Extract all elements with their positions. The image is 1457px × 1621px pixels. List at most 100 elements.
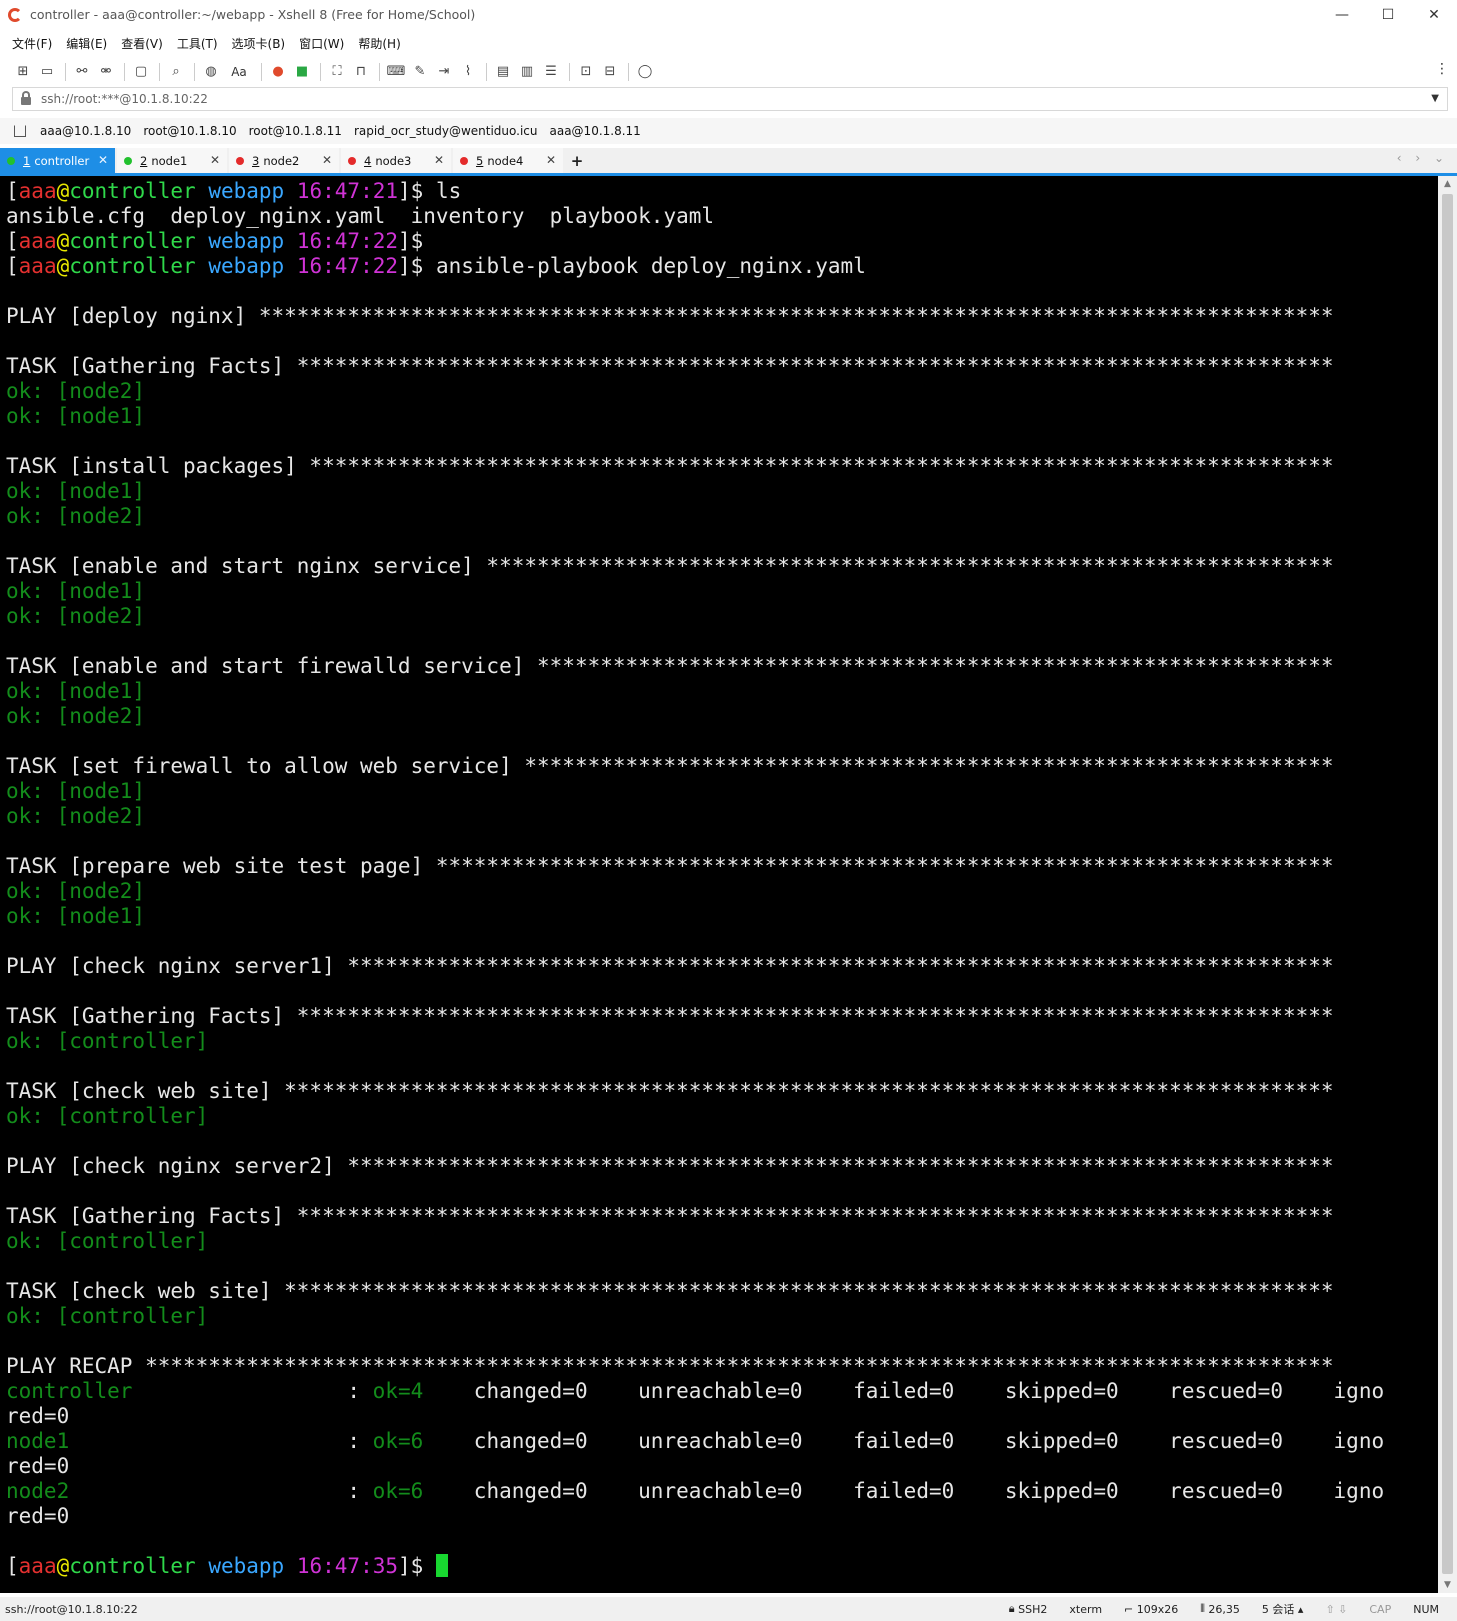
address-bar[interactable]: ssh://root:***@10.1.8.10:22 ▼ [12,87,1448,111]
menu-help[interactable]: 帮助(H) [358,35,400,52]
status-dot-icon [236,156,244,165]
prompt-time: 16:47:21 [296,179,399,203]
prompt-dir: webapp [208,229,285,253]
scrollbar-thumb[interactable] [1442,194,1453,1574]
task-header-text: TASK [Gathering Facts] *****************… [6,1004,1334,1028]
xftp-green-icon[interactable]: ■ [291,61,313,83]
recap-stats: changed=0 unreachable=0 failed=0 skipped… [423,1379,1385,1403]
new-tab-icon[interactable]: ⊡ [575,61,597,83]
tab-node3[interactable]: 4 node3 ✕ [341,148,451,173]
status-sessions[interactable]: 5 会话 ▴ [1262,1601,1304,1617]
play-header-text: PLAY [deploy nginx] ********************… [6,304,1334,328]
fullscreen-icon[interactable]: ⛶ [326,61,348,83]
connect-link-icon[interactable]: ⚯ [71,61,93,83]
close-button[interactable]: ✕ [1411,0,1457,29]
tab-label: node3 [375,153,412,168]
script-icon[interactable]: ⌇ [457,61,479,83]
print-icon[interactable]: ▥ [516,61,538,83]
task-result: ok: [controller] [6,1104,1438,1129]
command-text: ls [435,179,462,203]
bookmark-item[interactable]: aaa@10.1.8.10 [40,124,131,138]
status-pos-label: 26,35 [1208,1602,1240,1616]
more-options-icon[interactable]: ⋮ [1435,61,1449,77]
tab-close-icon[interactable]: ✕ [546,153,556,167]
open-folder-icon[interactable]: ▭ [36,61,58,83]
task-header-text: TASK [install packages] ****************… [6,454,1334,478]
lock-icon[interactable]: ⊓ [350,61,372,83]
task-header: TASK [prepare web site test page] ******… [6,854,1438,879]
terminal-output[interactable]: [aaa@controller webapp 16:47:21]$ ls ansi… [0,176,1438,1593]
task-result: ok: [controller] [6,1229,1438,1254]
bookmark-item[interactable]: root@10.1.8.10 [143,124,236,138]
menu-edit[interactable]: 编辑(E) [66,35,107,52]
menu-window[interactable]: 窗口(W) [299,35,344,52]
prompt-user: aaa [18,179,57,203]
minimize-button[interactable]: — [1319,0,1365,29]
compose-icon[interactable]: ✎ [409,61,431,83]
task-header: TASK [enable and start firewalld service… [6,654,1438,679]
recap-wrap-text: red=0 [6,1504,70,1528]
task-header: TASK [set firewall to allow web service]… [6,754,1438,779]
menu-tabs[interactable]: 选项卡(B) [232,35,286,52]
notes-icon[interactable]: ☰ [540,61,562,83]
tab-close-icon[interactable]: ✕ [322,153,332,167]
menu-view[interactable]: 查看(V) [121,35,163,52]
toolbar-divider [569,62,570,81]
tab-scroll-arrows-icon[interactable]: ‹ › ⌄ [1397,151,1449,165]
globe-icon[interactable]: ◍ [200,61,222,83]
prompt-time: 16:47:35 [296,1554,399,1578]
tab-controller[interactable]: 1 controller ✕ [0,148,115,173]
bookmark-item[interactable]: root@10.1.8.11 [249,124,342,138]
tab-index: 4 [364,153,372,168]
prompt-host: controller [69,229,196,253]
terminal-scrollbar[interactable]: ▲ ▼ [1438,176,1457,1593]
recap-row: node2 : ok=6 changed=0 unreachable=0 fai… [6,1479,1438,1504]
disconnect-link-icon[interactable]: ⚮ [95,61,117,83]
address-input[interactable]: ssh://root:***@10.1.8.10:22 [41,92,208,106]
prompt-line: [aaa@controller webapp 16:47:22]$ ansibl… [6,254,1438,279]
bookmark-item[interactable]: aaa@10.1.8.11 [550,124,641,138]
xshell-red-icon[interactable]: ● [267,61,289,83]
new-session-icon[interactable]: ⊞ [12,61,34,83]
menu-tools[interactable]: 工具(T) [177,35,218,52]
tab-node1[interactable]: 2 node1 ✕ [117,148,227,173]
menu-file[interactable]: 文件(F) [12,35,52,52]
session-manager-icon[interactable] [14,125,26,137]
output-line: ansible.cfg deploy_nginx.yaml inventory … [6,204,1438,229]
properties-icon[interactable]: ▢ [130,61,152,83]
transfer-icon[interactable]: ⇥ [433,61,455,83]
chevron-up-icon: ▴ [1294,1602,1304,1616]
tab-close-icon[interactable]: ✕ [98,153,108,167]
keyboard-icon[interactable]: ⌨ [385,61,407,83]
maximize-button[interactable]: ☐ [1365,0,1411,29]
chevron-down-icon[interactable]: ▼ [1431,93,1439,104]
chat-icon[interactable]: ◯ [634,61,656,83]
tab-node2[interactable]: 3 node2 ✕ [229,148,339,173]
scroll-down-icon[interactable]: ▼ [1438,1577,1457,1593]
tab-close-icon[interactable]: ✕ [210,153,220,167]
find-icon[interactable]: ⌕ [165,61,187,83]
bookmark-item[interactable]: rapid_ocr_study@wentiduo.icu [354,124,538,138]
font-button[interactable]: Aa [224,61,254,83]
log-icon[interactable]: ▤ [492,61,514,83]
prompt-bracket: [ [6,254,19,278]
add-tab-icon[interactable]: + [565,148,589,173]
play-header-text: PLAY [check nginx server1] *************… [6,954,1334,978]
status-caps: CAP [1369,1602,1392,1616]
scroll-up-icon[interactable]: ▲ [1438,176,1457,192]
prompt-bracket: [ [6,1554,19,1578]
prompt-host: controller [69,179,196,203]
tab-node4[interactable]: 5 node4 ✕ [453,148,563,173]
prompt-bracket: [ [6,179,19,203]
status-num: NUM [1413,1602,1439,1616]
recap-host: node2 [6,1479,70,1503]
recap-host: controller [6,1379,133,1403]
layout-icon[interactable]: ⊟ [599,61,621,83]
tab-close-icon[interactable]: ✕ [434,153,444,167]
task-header: TASK [Gathering Facts] *****************… [6,1004,1438,1029]
prompt-at: @ [56,254,70,278]
